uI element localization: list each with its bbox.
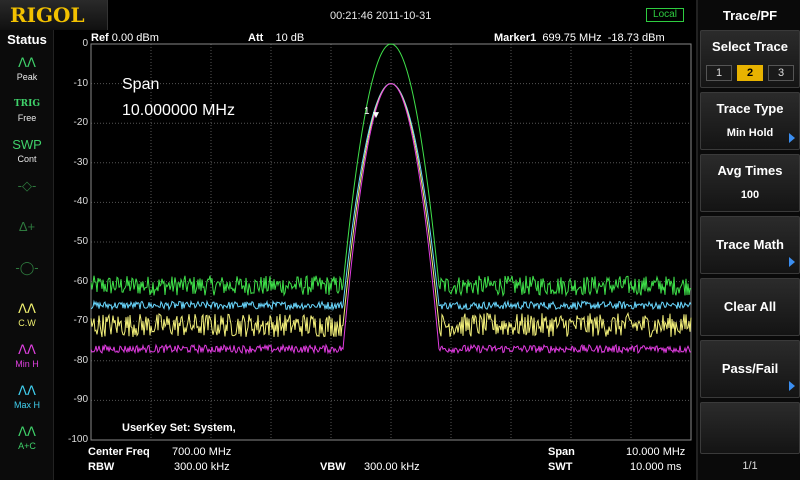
status-glyph: Δ+ bbox=[18, 219, 36, 234]
clear-write-icon[interactable]: ᐱᐱ C.W bbox=[8, 300, 46, 334]
center-freq-value: 700.00 MHz bbox=[172, 446, 232, 458]
trace-option-1[interactable]: 1 bbox=[706, 65, 732, 81]
softkey-menu: Trace/PF Select Trace 123 Trace Type Min… bbox=[696, 0, 800, 480]
vbw-label: VBW bbox=[320, 461, 346, 473]
select-trace-label: Select Trace bbox=[712, 39, 788, 54]
status-label: Cont bbox=[17, 154, 37, 164]
status-glyph: ᐱᐱ bbox=[18, 424, 36, 439]
pass-fail-label: Pass/Fail bbox=[721, 361, 779, 376]
spectrum-graph: 1 bbox=[90, 43, 692, 441]
trace-type-label: Trace Type bbox=[716, 101, 784, 116]
status-glyph: -◇- bbox=[17, 178, 37, 193]
status-title: Status bbox=[7, 32, 47, 47]
rbw-label: RBW bbox=[88, 461, 115, 473]
y-tick-label: -10 bbox=[73, 77, 88, 89]
status-panel: Status ᐱᐱ Peak TRIG Free SWP Cont -◇- Δ+ -◯- ᐱᐱ C.… bbox=[0, 30, 54, 480]
att-value: 10 dB bbox=[275, 32, 305, 44]
ref-value: 0.00 dBm bbox=[111, 32, 159, 44]
swt-value: 10.000 ms bbox=[630, 461, 682, 473]
submenu-arrow-icon bbox=[789, 381, 795, 391]
y-tick-label: -40 bbox=[73, 196, 88, 208]
userkey-set: UserKey Set: System, bbox=[122, 422, 236, 434]
marker-level: -18.73 dBm bbox=[607, 32, 665, 44]
y-tick-label: -70 bbox=[73, 315, 88, 327]
marker-readout: Marker1 699.75 MHz -18.73 dBm bbox=[494, 32, 665, 44]
trace-math-button[interactable]: Trace Math bbox=[700, 216, 800, 274]
status-label: Free bbox=[17, 113, 37, 123]
trace-type-value: Min Hold bbox=[726, 127, 774, 139]
y-tick-label: -20 bbox=[73, 117, 88, 129]
vbw-value: 300.00 kHz bbox=[364, 461, 420, 473]
min-hold-icon[interactable]: ᐱᐱ Min H bbox=[8, 341, 46, 375]
menu-page-indicator: 1/1 bbox=[742, 460, 758, 472]
status-label: A+C bbox=[18, 441, 36, 451]
submenu-arrow-icon bbox=[789, 133, 795, 143]
top-bar: RIGOL 00:21:46 2011-10-31 Local bbox=[0, 0, 696, 32]
pass-fail-button[interactable]: Pass/Fail bbox=[700, 340, 800, 398]
ref-level: Ref 0.00 dBm bbox=[91, 32, 159, 44]
datetime-display: 00:21:46 2011-10-31 bbox=[330, 10, 432, 22]
trace-math-label: Trace Math bbox=[716, 237, 784, 252]
clear-all-label: Clear All bbox=[723, 299, 777, 314]
y-tick-label: -100 bbox=[67, 434, 88, 445]
marker-freq: 699.75 MHz bbox=[542, 32, 602, 44]
delta-icon[interactable]: Δ+ bbox=[8, 218, 46, 252]
avg-times-button[interactable]: Avg Times 100 bbox=[700, 154, 800, 212]
y-tick-label: -90 bbox=[73, 394, 88, 406]
clear-all-button[interactable]: Clear All bbox=[700, 278, 800, 336]
rigol-logo: RIGOL bbox=[0, 0, 108, 30]
trig-icon[interactable]: TRIG Free bbox=[8, 95, 46, 129]
y-tick-label: -30 bbox=[73, 156, 88, 168]
ref-label: Ref bbox=[91, 32, 109, 44]
status-glyph: TRIG bbox=[13, 99, 41, 109]
y-tick-label: -50 bbox=[73, 236, 88, 247]
status-glyph: ᐱᐱ bbox=[18, 301, 36, 316]
span-label: Span bbox=[548, 446, 575, 458]
span-value: 10.000 MHz bbox=[626, 446, 686, 458]
trace-line-3 bbox=[90, 83, 692, 338]
y-tick-label: -60 bbox=[73, 275, 88, 287]
demod-icon[interactable]: -◇- bbox=[8, 177, 46, 211]
marker-label: Marker1 bbox=[494, 32, 537, 44]
y-tick-label: -80 bbox=[73, 354, 88, 366]
status-glyph: SWP bbox=[12, 137, 42, 152]
max-hold-icon[interactable]: ᐱᐱ Max H bbox=[8, 382, 46, 416]
center-freq-label: Center Freq bbox=[88, 446, 150, 458]
trace-option-3[interactable]: 3 bbox=[768, 65, 794, 81]
swt-label: SWT bbox=[548, 461, 573, 473]
status-glyph: -◯- bbox=[15, 260, 39, 275]
logo-text: RIGOL bbox=[10, 3, 85, 27]
empty-softkey[interactable] bbox=[700, 402, 800, 454]
avg-times-value: 100 bbox=[740, 189, 760, 201]
span-annotation-value: 10.000000 MHz bbox=[122, 102, 235, 119]
trace-math-icon[interactable]: ᐱᐱ A+C bbox=[8, 423, 46, 457]
sweep-icon[interactable]: SWP Cont bbox=[8, 136, 46, 170]
local-badge[interactable]: Local bbox=[646, 8, 684, 22]
submenu-arrow-icon bbox=[789, 257, 795, 267]
status-glyph: ᐱᐱ bbox=[18, 342, 36, 357]
status-label: C.W bbox=[18, 318, 36, 328]
spectrum-plot[interactable]: 1 Ref 0.00 dBm Att 10 dB Marker1 699.75 … bbox=[54, 30, 696, 480]
trace-type-button[interactable]: Trace Type Min Hold bbox=[700, 92, 800, 150]
marker-1-label: 1 bbox=[364, 106, 370, 117]
status-label: Max H bbox=[13, 400, 40, 410]
att-label: Att bbox=[248, 32, 264, 44]
trace-selector: 123 bbox=[706, 65, 796, 81]
y-tick-label: 0 bbox=[82, 38, 88, 49]
avg-times-label: Avg Times bbox=[717, 163, 783, 178]
status-glyph: ᐱᐱ bbox=[18, 383, 36, 398]
filter-icon[interactable]: -◯- bbox=[8, 259, 46, 293]
menu-title: Trace/PF bbox=[722, 8, 778, 23]
status-label: Min H bbox=[15, 359, 39, 369]
rbw-value: 300.00 kHz bbox=[174, 461, 230, 473]
span-annotation-label: Span bbox=[122, 76, 160, 93]
select-trace-button[interactable]: Select Trace 123 bbox=[700, 30, 800, 88]
status-label: Peak bbox=[16, 72, 38, 82]
peak-icon[interactable]: ᐱᐱ Peak bbox=[8, 54, 46, 88]
status-glyph: ᐱᐱ bbox=[18, 55, 36, 70]
trace-option-2[interactable]: 2 bbox=[737, 65, 763, 81]
attenuation: Att 10 dB bbox=[248, 32, 304, 44]
